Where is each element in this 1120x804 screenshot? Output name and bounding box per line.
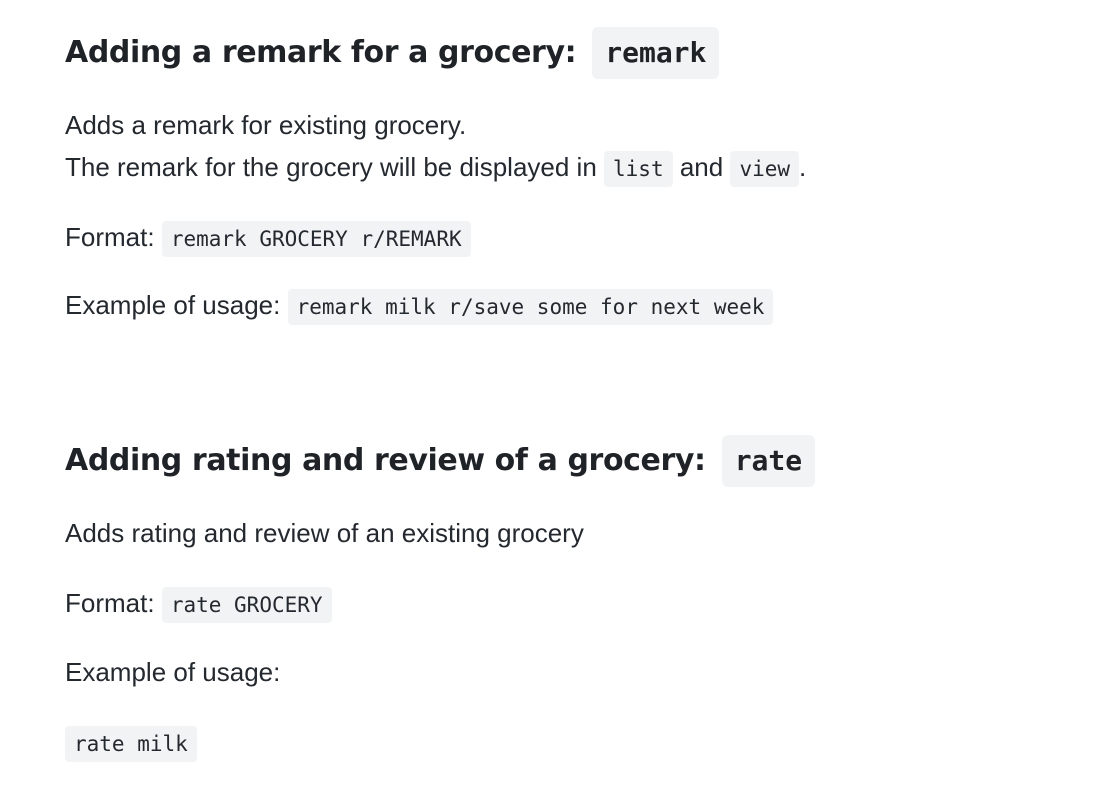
rate-format-code: rate GROCERY [161,587,332,623]
remark-format-code: remark GROCERY r/REMARK [161,221,471,257]
remark-description: Adds a remark for existing grocery. The … [65,104,806,190]
list-command-code: list [604,151,673,187]
rate-format: Format: rate GROCERY [65,582,332,626]
rate-command-code: rate [721,435,816,487]
remark-example-code: remark milk r/save some for next week [287,289,774,325]
rate-description: Adds rating and review of an existing gr… [65,518,584,548]
remark-desc-line2: The remark for the grocery will be displ… [65,146,806,190]
rate-section-heading: Adding rating and review of a grocery: r… [65,435,816,487]
view-command-code: view [730,151,800,187]
remark-heading-text: Adding a remark for a grocery: [65,35,577,70]
remark-desc-line2-text: The remark for the grocery will be displ… [65,152,597,182]
rate-example: rate milk [65,721,197,765]
remark-command-code: remark [592,27,720,79]
remark-example-label: Example of usage: [65,290,281,320]
rate-format-label: Format: [65,588,155,618]
remark-format-label: Format: [65,222,155,252]
and-text: and [679,152,724,182]
remark-desc-line1: Adds a remark for existing grocery. [65,110,467,140]
period-text: . [799,152,807,182]
rate-example-label: Example of usage: [65,657,281,687]
remark-section-heading: Adding a remark for a grocery: remark [65,27,720,79]
rate-heading-text: Adding rating and review of a grocery: [65,443,706,478]
rate-example-code: rate milk [65,726,197,762]
remark-format: Format: remark GROCERY r/REMARK [65,216,471,260]
remark-example: Example of usage: remark milk r/save som… [65,284,774,328]
